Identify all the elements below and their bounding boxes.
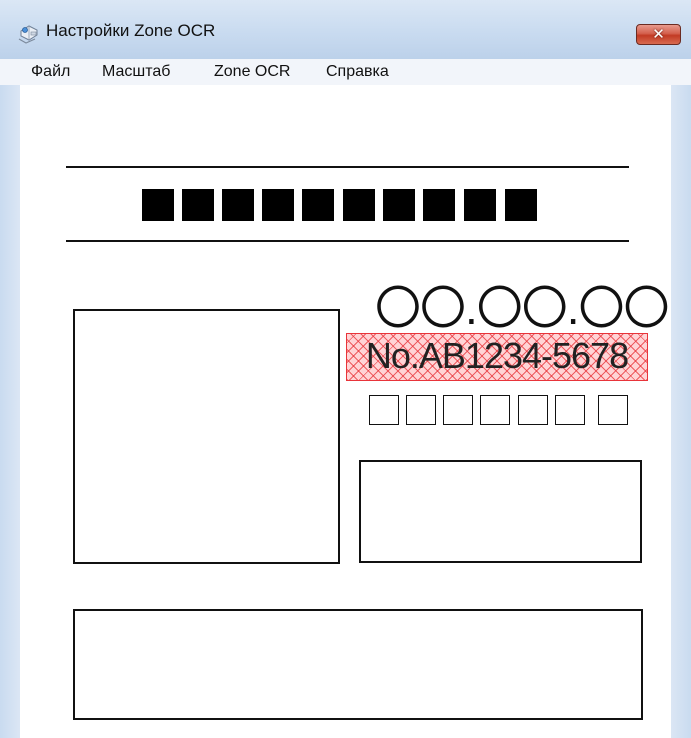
menu-zoom[interactable]: Масштаб — [102, 63, 170, 81]
window-frame-right — [671, 85, 691, 738]
window-title: Настройки Zone OCR — [46, 21, 216, 40]
title-block — [142, 189, 174, 221]
menu-file[interactable]: Файл — [31, 63, 70, 81]
title-block — [383, 189, 415, 221]
menu-bar: Файл Масштаб Zone OCR Справка — [0, 59, 691, 86]
top-rule-line — [66, 166, 629, 168]
number-box — [480, 395, 510, 425]
title-block — [464, 189, 496, 221]
window-frame-left — [0, 85, 20, 738]
title-block — [262, 189, 294, 221]
title-block — [505, 189, 537, 221]
number-box — [555, 395, 585, 425]
number-box — [406, 395, 436, 425]
document-number: No.AB1234-5678 — [365, 335, 629, 376]
footer-box — [73, 609, 643, 720]
date-placeholder: 〇〇.〇〇.〇〇 — [375, 282, 670, 334]
close-icon: ✕ — [652, 25, 665, 43]
title-block — [423, 189, 455, 221]
title-block — [182, 189, 214, 221]
number-box — [598, 395, 628, 425]
bottom-rule-line — [66, 240, 629, 242]
menu-zone-ocr[interactable]: Zone OCR — [214, 63, 290, 81]
number-box — [518, 395, 548, 425]
photo-placeholder-box — [73, 309, 340, 564]
title-bar[interactable]: Настройки Zone OCR ✕ — [0, 0, 691, 59]
settings-window: Настройки Zone OCR ✕ Файл Масштаб Zone O… — [0, 0, 691, 738]
title-block — [222, 189, 254, 221]
title-block — [343, 189, 375, 221]
info-box — [359, 460, 642, 563]
number-box — [369, 395, 399, 425]
title-block — [302, 189, 334, 221]
number-box — [443, 395, 473, 425]
menu-help[interactable]: Справка — [326, 63, 389, 81]
app-scanner-icon — [17, 23, 41, 45]
close-button[interactable]: ✕ — [636, 24, 681, 45]
